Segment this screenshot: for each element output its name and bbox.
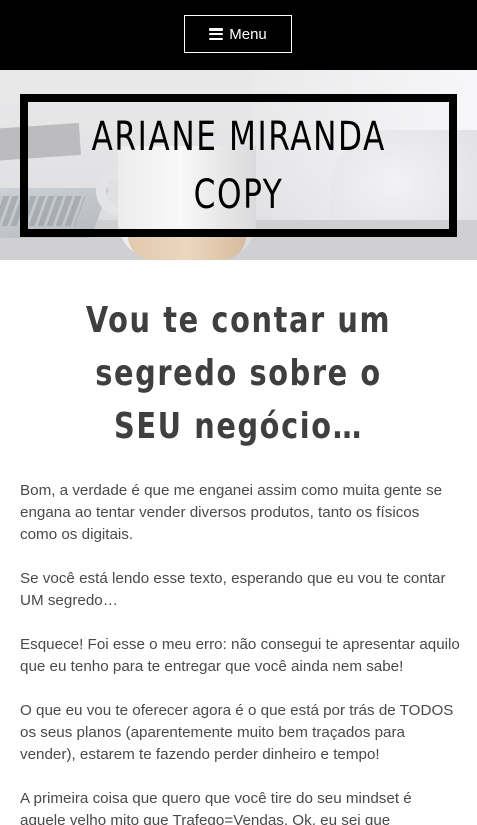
top-navigation-bar: Menu (0, 0, 477, 70)
article-body: Bom, a verdade é que me enganei assim co… (20, 480, 460, 825)
article-headline: Vou te contar um segredo sobre o SEU neg… (40, 294, 437, 453)
article-paragraph-3: Esquece! Foi esse o meu erro: não conseg… (20, 636, 460, 675)
article-paragraph-4: O que eu vou te oferecer agora é o que e… (20, 702, 454, 763)
article-paragraph-1: Bom, a verdade é que me enganei assim co… (20, 482, 443, 543)
headline-line-2: segredo sobre o (95, 353, 382, 394)
headline-line-3: SEU negócio… (114, 406, 363, 447)
menu-button-label: Menu (229, 25, 267, 43)
site-title-frame[interactable]: ARIANE MIRANDA COPY (20, 94, 457, 237)
hamburger-menu-icon (209, 28, 224, 40)
headline-line-1: Vou te contar um (85, 300, 392, 341)
article-paragraph-5: A primeira coisa que quero que você tire… (20, 790, 412, 825)
site-title-line-2: COPY (193, 171, 284, 218)
site-title-line-1: ARIANE MIRANDA (91, 113, 386, 160)
menu-button[interactable]: Menu (184, 15, 292, 53)
article-paragraph-2: Se você está lendo esse texto, esperando… (20, 570, 446, 609)
